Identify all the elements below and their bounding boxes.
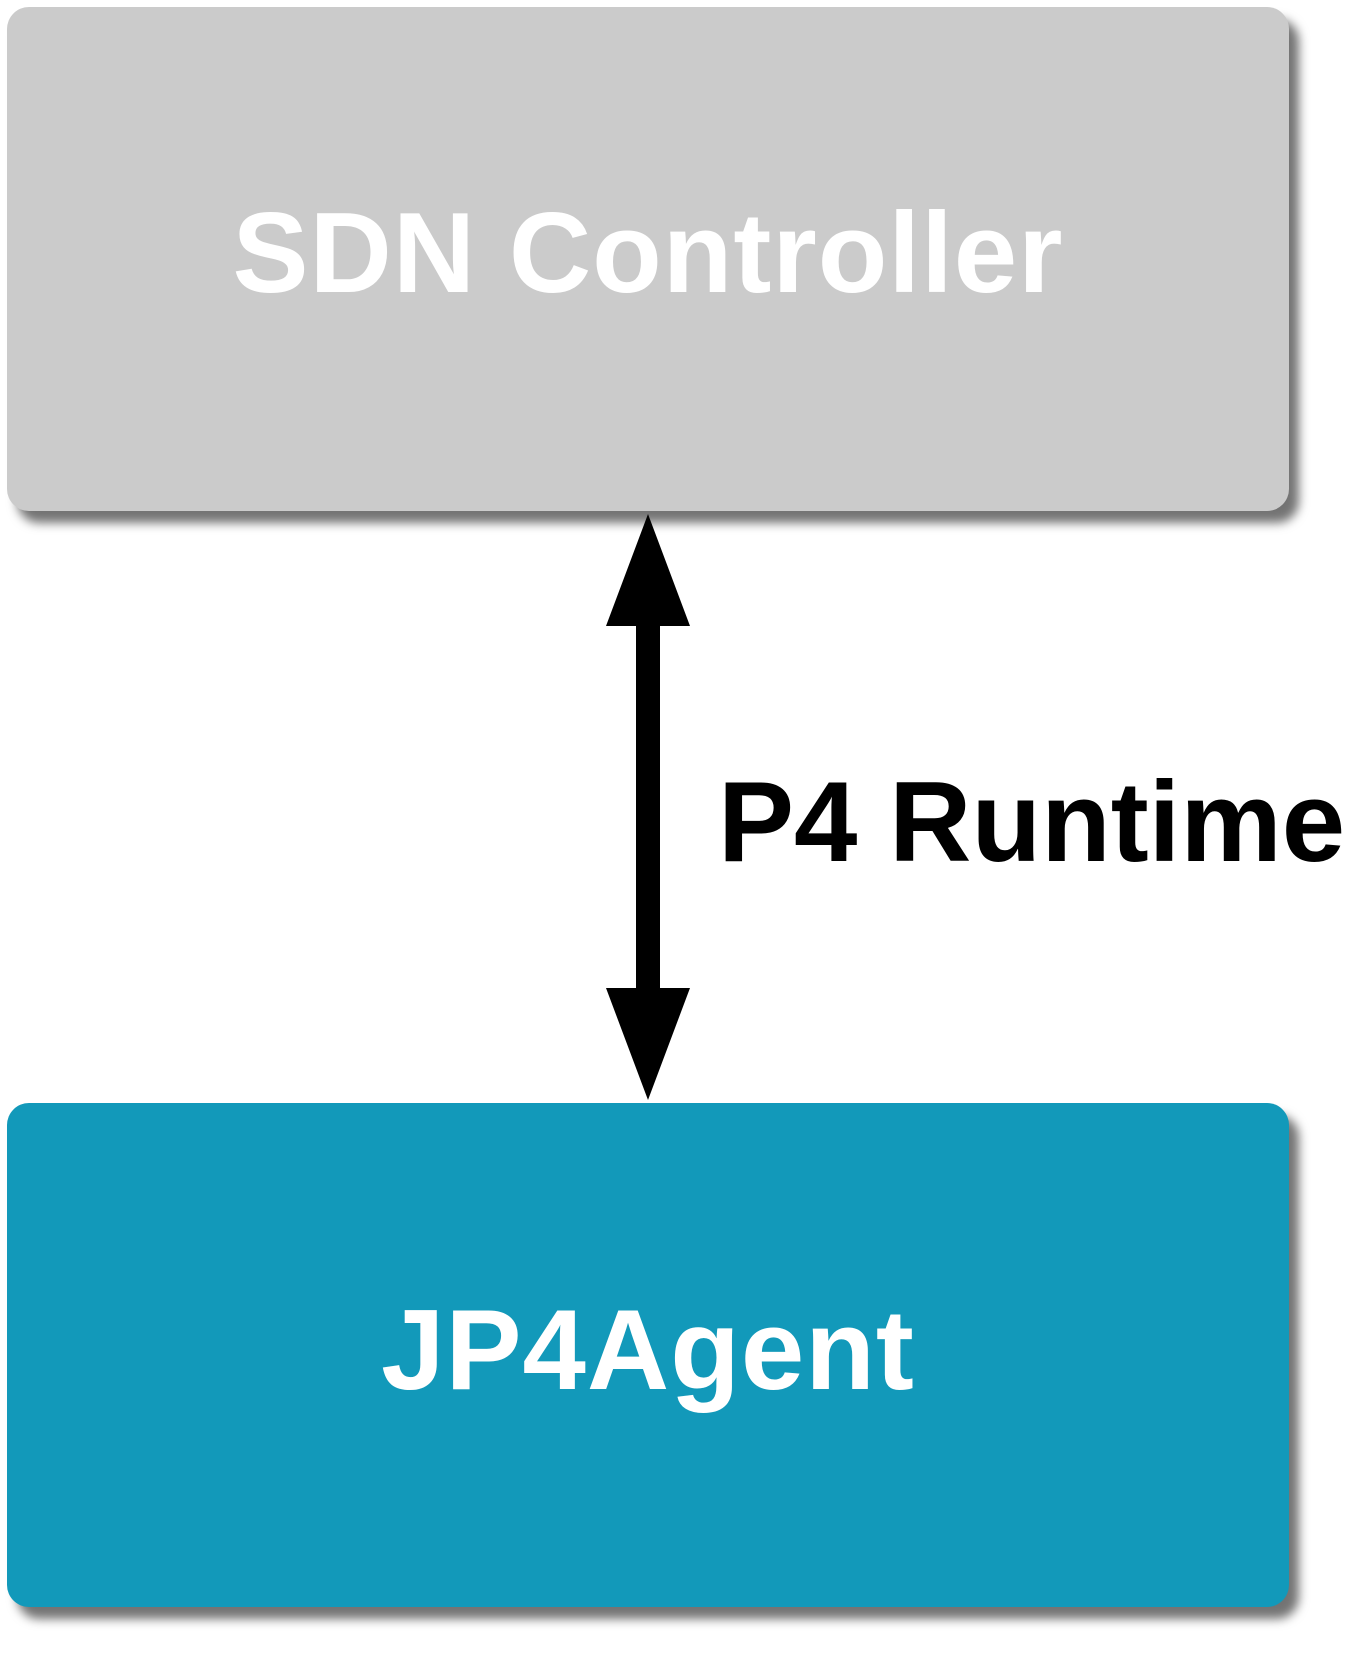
sdn-controller-label: SDN Controller	[232, 189, 1064, 317]
jp4agent-node: JP4Agent	[7, 1103, 1289, 1607]
jp4agent-label: JP4Agent	[381, 1286, 915, 1414]
sdn-controller-node: SDN Controller	[7, 7, 1289, 511]
arrow-head-down	[606, 988, 690, 1100]
arrow-head-up	[606, 514, 690, 626]
arrow-shaft	[636, 620, 660, 990]
p4-runtime-label: P4 Runtime	[718, 759, 1346, 886]
